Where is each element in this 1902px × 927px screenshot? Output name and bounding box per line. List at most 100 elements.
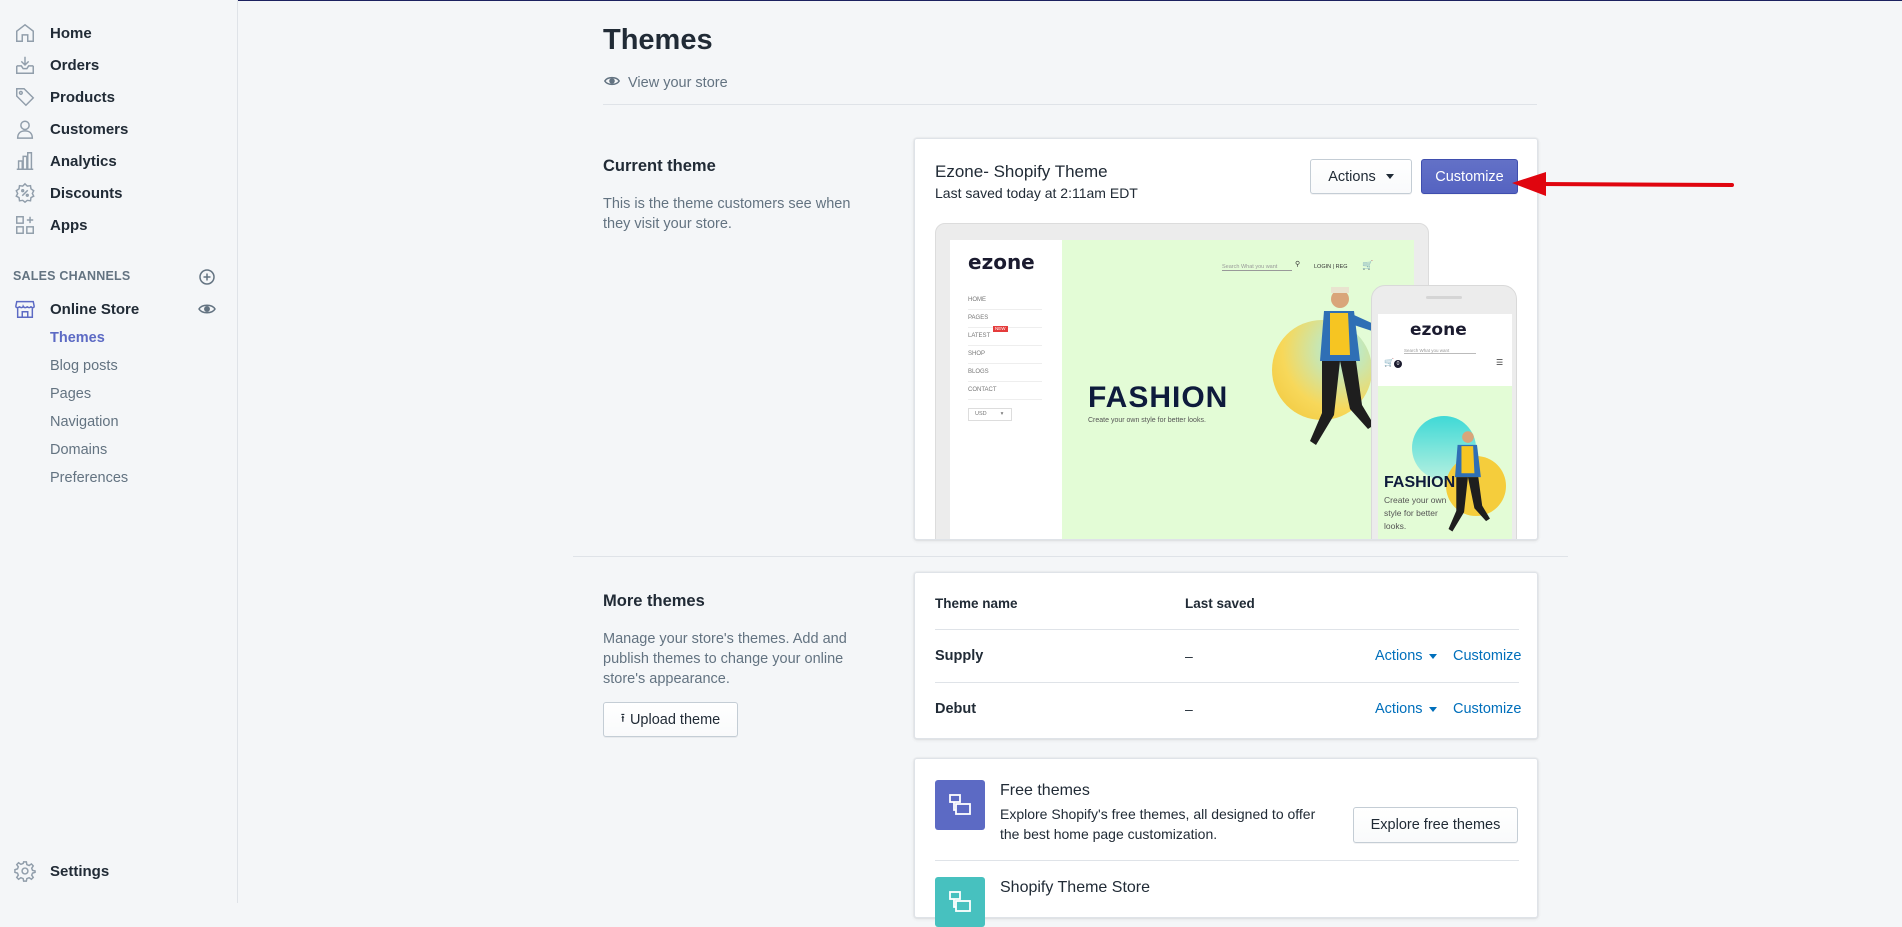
preview-search: Search What you want (1222, 264, 1292, 271)
nav-settings[interactable]: Settings (12, 857, 109, 885)
nav-customers[interactable]: Customers (12, 115, 128, 143)
theme-row-name: Debut (935, 701, 977, 717)
nav-orders[interactable]: Orders (12, 51, 99, 79)
sales-channels-heading: SALES CHANNELS (13, 269, 131, 283)
preview-menu-item: LATEST NEW (968, 326, 1042, 346)
desktop-screen: ezone HOME PAGES LATEST NEW SHOP BLOGS CO… (950, 240, 1414, 539)
theme-sources-card: Free themes Explore Shopify's free theme… (914, 758, 1538, 927)
preview-hero-subtitle: Create your own style for better looks. (1088, 417, 1206, 424)
nav-orders-label: Orders (50, 56, 100, 74)
row-customize-link[interactable]: Customize (1453, 701, 1522, 717)
discount-icon (12, 180, 38, 206)
bar-chart-icon (12, 148, 38, 174)
person-icon (12, 116, 38, 142)
theme-preview[interactable]: ezone HOME PAGES LATEST NEW SHOP BLOGS CO… (935, 223, 1519, 539)
eye-icon[interactable] (197, 299, 217, 319)
annotation-arrow-icon (1512, 172, 1734, 196)
mobile-hero: FASHION Create your own style for better… (1378, 386, 1512, 539)
free-themes-title: Free themes (1000, 782, 1090, 799)
mobile-hero-subtitle: Create your own style for better looks. (1384, 495, 1447, 531)
theme-store-icon (935, 877, 985, 927)
preview-login: LOGIN | REG (1314, 264, 1348, 270)
mobile-logo: ezone (1410, 320, 1467, 340)
free-themes-icon (935, 780, 985, 830)
table-divider (935, 629, 1519, 630)
card-divider (935, 860, 1519, 861)
nav-discounts[interactable]: Discounts (12, 179, 123, 207)
theme-row-saved: – (1185, 701, 1193, 717)
orders-icon (12, 52, 38, 78)
more-themes-description: Manage your store's themes. Add and publ… (603, 631, 847, 687)
mobile-search: Search What you want (1404, 348, 1476, 354)
eye-icon (603, 72, 628, 94)
nav-analytics-label: Analytics (50, 152, 117, 170)
nav-home[interactable]: Home (12, 19, 92, 47)
current-theme-card: Ezone- Shopify Theme Last saved today at… (914, 138, 1538, 540)
sub-item-themes[interactable]: Themes (50, 330, 105, 346)
current-theme-last-saved: Last saved today at 2:11am EDT (935, 185, 1138, 201)
mobile-menu-icon: ☰ (1496, 358, 1504, 367)
preview-model-image (1310, 287, 1376, 445)
preview-hero: Search What you want ⚲ LOGIN | REG 🛒 FAS… (1062, 240, 1414, 539)
store-icon (12, 296, 38, 322)
upload-theme-label: Upload theme (629, 711, 721, 728)
sidebar: Home Orders Products Customers Analytics… (0, 0, 238, 903)
nav-products[interactable]: Products (12, 83, 115, 111)
row-actions-link[interactable]: Actions (1375, 701, 1437, 717)
current-theme-title: Current theme (603, 157, 716, 175)
row-actions-link[interactable]: Actions (1375, 648, 1437, 664)
view-store-link[interactable]: View your store (603, 72, 728, 94)
sub-item-blog-posts[interactable]: Blog posts (50, 358, 118, 374)
caret-down-icon (1428, 706, 1437, 712)
nav-discounts-label: Discounts (50, 184, 123, 202)
preview-search-icon: ⚲ (1295, 261, 1301, 268)
sub-item-navigation[interactable]: Navigation (50, 414, 119, 430)
upload-icon: ⭱ (620, 711, 625, 725)
theme-row-name: Supply (935, 648, 984, 664)
nav-online-store-label: Online Store (50, 300, 140, 318)
mobile-speaker (1426, 296, 1462, 299)
customize-button[interactable]: Customize (1421, 159, 1518, 194)
new-badge: NEW (993, 326, 1008, 332)
mobile-screen: ezone Search What you want 🛒 0 ☰ FASHION … (1378, 314, 1512, 539)
sub-item-domains[interactable]: Domains (50, 442, 107, 458)
preview-menu-item: CONTACT (968, 382, 1042, 400)
tag-icon (12, 84, 38, 110)
gear-icon (12, 858, 38, 884)
column-theme-name: Theme name (935, 596, 1018, 611)
actions-label: Actions (1328, 168, 1376, 185)
mobile-cart-icon: 🛒 0 (1384, 358, 1402, 368)
current-theme-name: Ezone- Shopify Theme (935, 162, 1108, 181)
theme-store-title: Shopify Theme Store (1000, 879, 1151, 896)
view-store-label: View your store (628, 75, 728, 91)
nav-analytics[interactable]: Analytics (12, 147, 117, 175)
top-border (0, 0, 1902, 1)
desktop-frame: ezone HOME PAGES LATEST NEW SHOP BLOGS CO… (935, 223, 1429, 539)
add-channel-icon[interactable] (197, 267, 217, 287)
sub-item-pages[interactable]: Pages (50, 386, 91, 402)
current-theme-description: This is the theme customers see when the… (603, 196, 851, 232)
more-themes-title: More themes (603, 592, 705, 610)
table-divider (935, 682, 1519, 683)
more-themes-card: Theme name Last saved Supply – Actions C… (914, 572, 1538, 739)
sub-item-preferences[interactable]: Preferences (50, 470, 128, 486)
row-customize-link[interactable]: Customize (1453, 648, 1522, 664)
nav-online-store[interactable]: Online Store (12, 295, 139, 323)
caret-down-icon (1385, 174, 1394, 179)
preview-menu-item: HOME (968, 292, 1042, 310)
nav-apps-label: Apps (50, 216, 88, 234)
nav-customers-label: Customers (50, 120, 129, 138)
apps-icon (12, 212, 38, 238)
page-title: Themes (603, 24, 713, 56)
section-divider (573, 556, 1568, 557)
explore-free-themes-button[interactable]: Explore free themes (1353, 807, 1518, 843)
caret-down-icon (1428, 653, 1437, 659)
column-last-saved: Last saved (1185, 596, 1255, 611)
mobile-hero-title: FASHION (1384, 474, 1456, 491)
upload-theme-button[interactable]: ⭱ Upload theme (603, 702, 738, 737)
nav-apps[interactable]: Apps (12, 211, 88, 239)
actions-dropdown-button[interactable]: Actions (1310, 159, 1412, 194)
preview-logo: ezone (968, 250, 1035, 274)
free-themes-description: Explore Shopify's free themes, all desig… (1000, 806, 1316, 842)
preview-menu-item: BLOGS (968, 364, 1042, 382)
